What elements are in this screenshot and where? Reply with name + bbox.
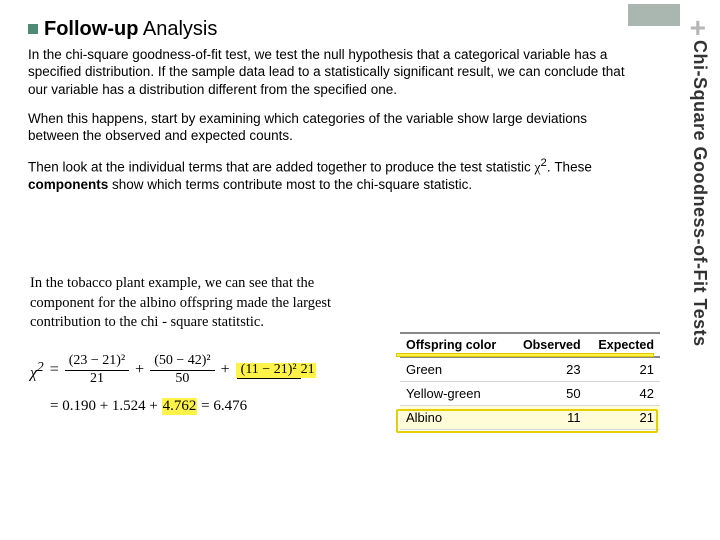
f2d: 50 <box>175 371 189 387</box>
r2b: = 6.476 <box>197 398 247 414</box>
r2hl: 4.762 <box>162 398 198 415</box>
formula-row1: χ2 = (23 − 21)²21 + (50 − 42)²50 + (11 −… <box>30 354 316 386</box>
cell-color: Yellow-green <box>400 382 511 406</box>
table-row-highlight: Albino 11 21 <box>400 406 660 430</box>
heading-rest: Analysis <box>138 18 217 40</box>
f-plus1: + <box>135 361 144 379</box>
heading-bold: Follow-up <box>44 18 138 40</box>
cell-exp: 21 <box>587 406 660 430</box>
table-top-highlight <box>397 354 653 356</box>
para-1: In the chi-square goodness-of-fit test, … <box>28 46 630 98</box>
cell-obs: 11 <box>511 406 587 430</box>
frac-2: (50 − 42)²50 <box>150 354 214 386</box>
cell-obs: 23 <box>511 357 587 382</box>
f-plus2: + <box>221 361 230 379</box>
body-text: In the chi-square goodness-of-fit test, … <box>28 46 630 205</box>
side-title: Chi-Square Goodness-of-Fit Tests <box>689 40 710 347</box>
tobacco-note: In the tobacco plant example, we can see… <box>30 274 360 333</box>
f2n: (50 − 42)² <box>150 354 214 371</box>
f1n: (23 − 21)² <box>65 354 129 371</box>
frac-3-highlight: (11 − 21)²21 <box>236 363 316 378</box>
cell-color: Green <box>400 357 511 382</box>
plus-icon: + <box>690 14 706 42</box>
f-sup: 2 <box>37 359 44 374</box>
slide-heading: Follow-up Analysis <box>44 18 217 41</box>
chi-formula: χ2 = (23 − 21)²21 + (50 − 42)²50 + (11 −… <box>30 354 316 415</box>
offspring-table: Offspring color Observed Expected Green … <box>400 332 660 430</box>
cell-color: Albino <box>400 406 511 430</box>
formula-row2: = 0.190 + 1.524 + 4.762 = 6.476 <box>30 398 316 415</box>
f-chi: χ <box>30 364 37 381</box>
data-table: Offspring color Observed Expected Green … <box>400 332 660 430</box>
f3n: (11 − 21)² <box>237 362 301 379</box>
table-row: Green 23 21 <box>400 357 660 382</box>
para-3: Then look at the individual terms that a… <box>28 156 630 193</box>
r2a: = 0.190 + 1.524 + <box>50 398 162 414</box>
para3-c: show which terms contribute most to the … <box>108 177 472 192</box>
cell-exp: 21 <box>587 357 660 382</box>
para3-b: . These <box>547 160 592 175</box>
bullet-icon <box>28 24 38 34</box>
f3d: 21 <box>301 361 315 377</box>
f1d: 21 <box>90 371 104 387</box>
para3-a: Then look at the individual terms that a… <box>28 160 535 175</box>
corner-accent <box>628 4 680 26</box>
table-row: Yellow-green 50 42 <box>400 382 660 406</box>
slide: + Chi-Square Goodness-of-Fit Tests Follo… <box>0 0 720 540</box>
cell-exp: 42 <box>587 382 660 406</box>
f-eq: = <box>50 361 59 379</box>
para-2: When this happens, start by examining wh… <box>28 110 630 145</box>
para3-bold: components <box>28 177 108 192</box>
cell-obs: 50 <box>511 382 587 406</box>
frac-1: (23 − 21)²21 <box>65 354 129 386</box>
